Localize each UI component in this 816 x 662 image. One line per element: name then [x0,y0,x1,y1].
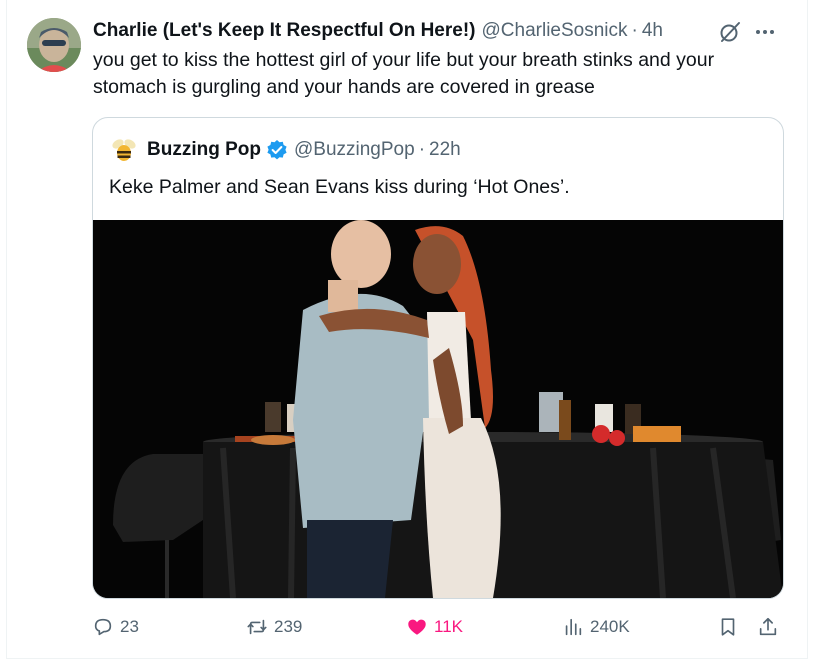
verified-icon [267,140,287,160]
quoted-header: Buzzing Pop @BuzzingPop · 22h [109,136,461,164]
repost-count: 239 [274,617,303,636]
quoted-handle[interactable]: @BuzzingPop [294,139,415,161]
separator: · [631,20,638,41]
retweet-icon [247,619,267,635]
bookmark-icon [721,618,735,636]
heart-icon [408,619,426,635]
bookmark-button[interactable] [717,612,745,642]
quoted-avatar[interactable] [109,135,139,165]
reply-count: 23 [120,617,139,636]
views-count: 240K [590,617,630,636]
quoted-author-name[interactable]: Buzzing Pop [147,139,261,161]
like-button[interactable]: 11K [406,612,463,642]
tweet-actions: 23 239 11K 240K [92,612,782,642]
quoted-tweet[interactable]: Buzzing Pop @BuzzingPop · 22h Keke Palme… [92,117,784,599]
quoted-time[interactable]: 22h [429,139,461,161]
reply-button[interactable]: 23 [92,612,139,642]
views-icon [565,618,582,636]
author-name[interactable]: Charlie (Let's Keep It Respectful On Her… [93,20,476,42]
author-handle[interactable]: @CharlieSosnick [482,20,628,42]
share-icon [759,617,777,636]
bee-icon [112,139,136,161]
quoted-media-image[interactable] [93,220,783,598]
grok-icon[interactable] [718,20,742,44]
quoted-text: Keke Palmer and Sean Evans kiss during ‘… [109,176,570,198]
reply-icon [94,618,112,636]
share-button[interactable] [757,612,785,642]
avatar[interactable] [27,18,81,72]
like-count: 11K [434,617,463,636]
more-icon[interactable] [752,22,778,42]
tweet-header: Charlie (Let's Keep It Respectful On Her… [93,18,663,44]
tweet-text: you get to kiss the hottest girl of your… [93,49,715,98]
separator: · [418,139,426,160]
repost-button[interactable]: 239 [246,612,302,642]
tweet-time[interactable]: 4h [642,20,663,42]
views-button[interactable]: 240K [562,612,630,642]
